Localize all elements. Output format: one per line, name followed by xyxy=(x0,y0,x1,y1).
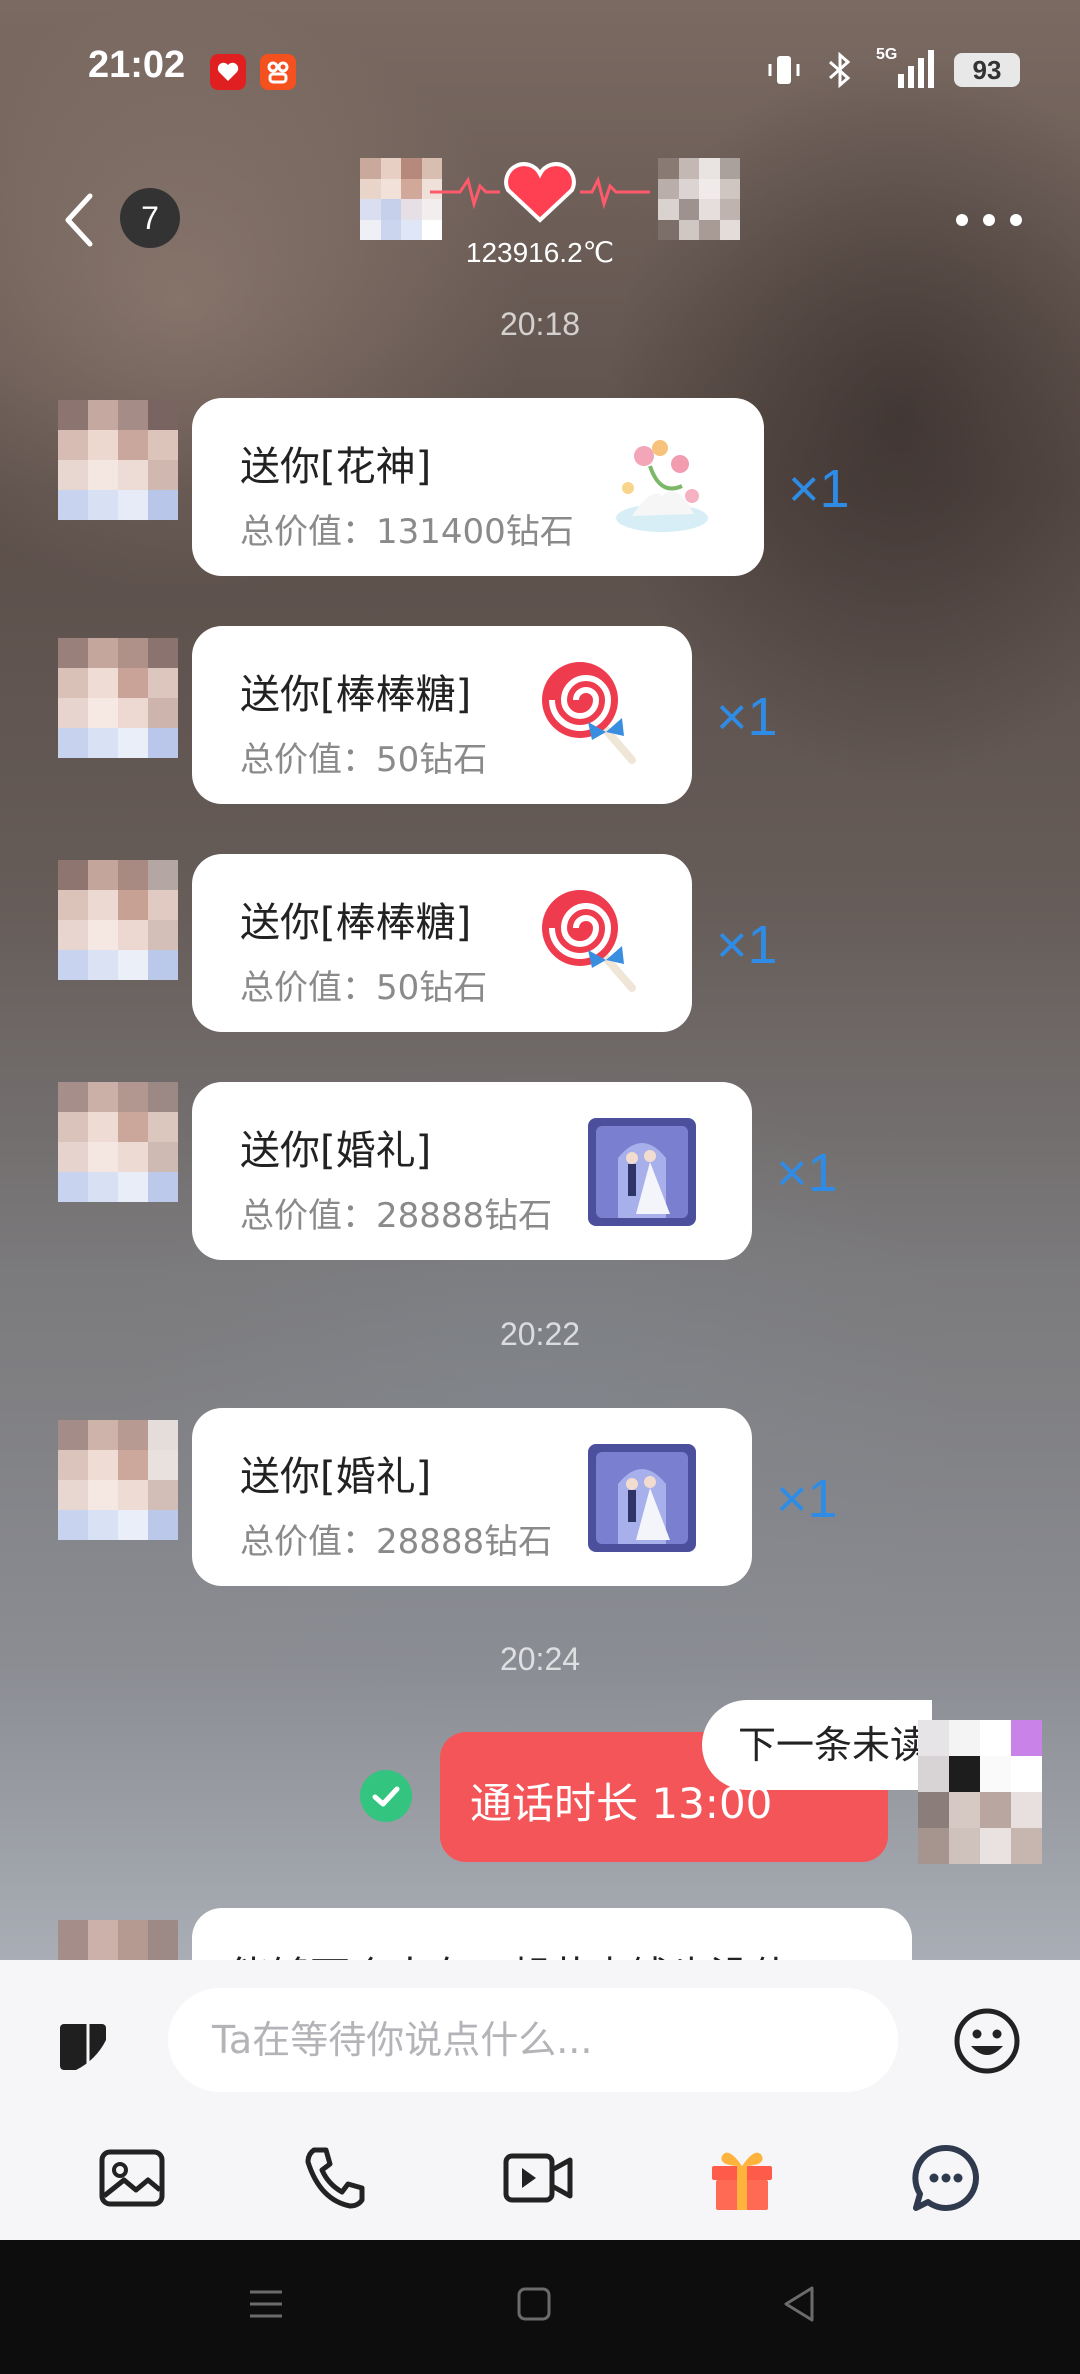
gift-title: 送你[婚礼] xyxy=(240,1454,432,1500)
gift-title: 送你[棒棒糖] xyxy=(240,672,472,718)
contact-avatar[interactable] xyxy=(58,860,178,980)
more-options-button[interactable] xyxy=(956,200,1022,240)
sent-check-icon xyxy=(360,1770,412,1822)
vibrate-icon xyxy=(768,56,800,84)
emoji-icon[interactable] xyxy=(952,2006,1022,2076)
app-notification-icon xyxy=(210,54,246,90)
wedding-gift-icon xyxy=(588,1444,696,1552)
gift-count: ×1 xyxy=(788,459,850,519)
voice-input-icon[interactable] xyxy=(56,2020,110,2074)
image-icon[interactable] xyxy=(94,2140,170,2216)
gift-value: 总价值：28888钻石 xyxy=(240,1522,553,1562)
home-icon[interactable] xyxy=(514,2284,554,2324)
video-call-icon[interactable] xyxy=(500,2140,576,2216)
intimacy-heart-icon[interactable] xyxy=(430,150,650,240)
self-avatar[interactable] xyxy=(918,1720,1042,1864)
gift-message-bubble[interactable]: 送你[婚礼] 总价值：28888钻石 xyxy=(192,1408,752,1586)
contact-avatar[interactable] xyxy=(58,1082,178,1202)
back-nav-icon[interactable] xyxy=(780,2284,820,2324)
gift-value: 总价值：50钻石 xyxy=(240,968,488,1008)
gift-message-bubble[interactable]: 送你[婚礼] 总价值：28888钻石 xyxy=(192,1082,752,1260)
lollipop-gift-icon xyxy=(542,662,636,764)
gift-value: 总价值：28888钻石 xyxy=(240,1196,553,1236)
gift-message-bubble[interactable]: 送你[棒棒糖] 总价值：50钻石 xyxy=(192,626,692,804)
timestamp: 20:22 xyxy=(499,1316,581,1352)
app-notification-icon-2 xyxy=(260,54,296,90)
gift-count: ×1 xyxy=(716,915,778,975)
bluetooth-icon xyxy=(829,51,851,89)
gift-value: 总价值：131400钻石 xyxy=(240,512,574,552)
gift-title: 送你[婚礼] xyxy=(240,1128,432,1174)
phone-icon[interactable] xyxy=(298,2140,374,2216)
wedding-gift-icon xyxy=(588,1118,696,1226)
system-navigation-bar xyxy=(0,2240,1080,2374)
chat-bubble-icon[interactable] xyxy=(908,2140,984,2216)
gift-message-bubble[interactable]: 送你[棒棒糖] 总价值：50钻石 xyxy=(192,854,692,1032)
timestamp: 20:18 xyxy=(499,306,581,342)
self-avatar-header[interactable] xyxy=(658,158,740,240)
battery-indicator: 93 xyxy=(954,53,1020,87)
menu-icon[interactable] xyxy=(246,2284,286,2324)
contact-avatar[interactable] xyxy=(58,1420,178,1540)
status-bar: 21:02 5G 93 xyxy=(0,0,1080,140)
status-time: 21:02 xyxy=(88,44,186,86)
next-unread-button[interactable]: 下一条未读 xyxy=(702,1700,932,1790)
gift-count: ×1 xyxy=(776,1469,838,1529)
gift-value: 总价值：50钻石 xyxy=(240,740,488,780)
gift-title: 送你[棒棒糖] xyxy=(240,900,472,946)
lollipop-gift-icon xyxy=(542,890,636,992)
gift-count: ×1 xyxy=(716,687,778,747)
message-input[interactable]: Ta在等待你说点什么... xyxy=(168,1988,898,2092)
intimacy-value: 123916.2℃ xyxy=(465,237,615,268)
contact-avatar[interactable] xyxy=(58,400,178,520)
gift-message-bubble[interactable]: 送你[花神] 总价值：131400钻石 xyxy=(192,398,764,576)
timestamp: 20:24 xyxy=(499,1641,581,1677)
unread-count-badge[interactable]: 7 xyxy=(120,188,180,248)
flower-god-gift-icon xyxy=(616,440,708,532)
action-toolbar xyxy=(0,2140,1080,2240)
gift-icon[interactable] xyxy=(704,2140,780,2216)
back-arrow-icon[interactable] xyxy=(60,190,100,250)
gift-count: ×1 xyxy=(776,1143,838,1203)
signal-icon: 5G xyxy=(876,46,936,90)
contact-avatar[interactable] xyxy=(58,638,178,758)
gift-title: 送你[花神] xyxy=(240,444,432,490)
